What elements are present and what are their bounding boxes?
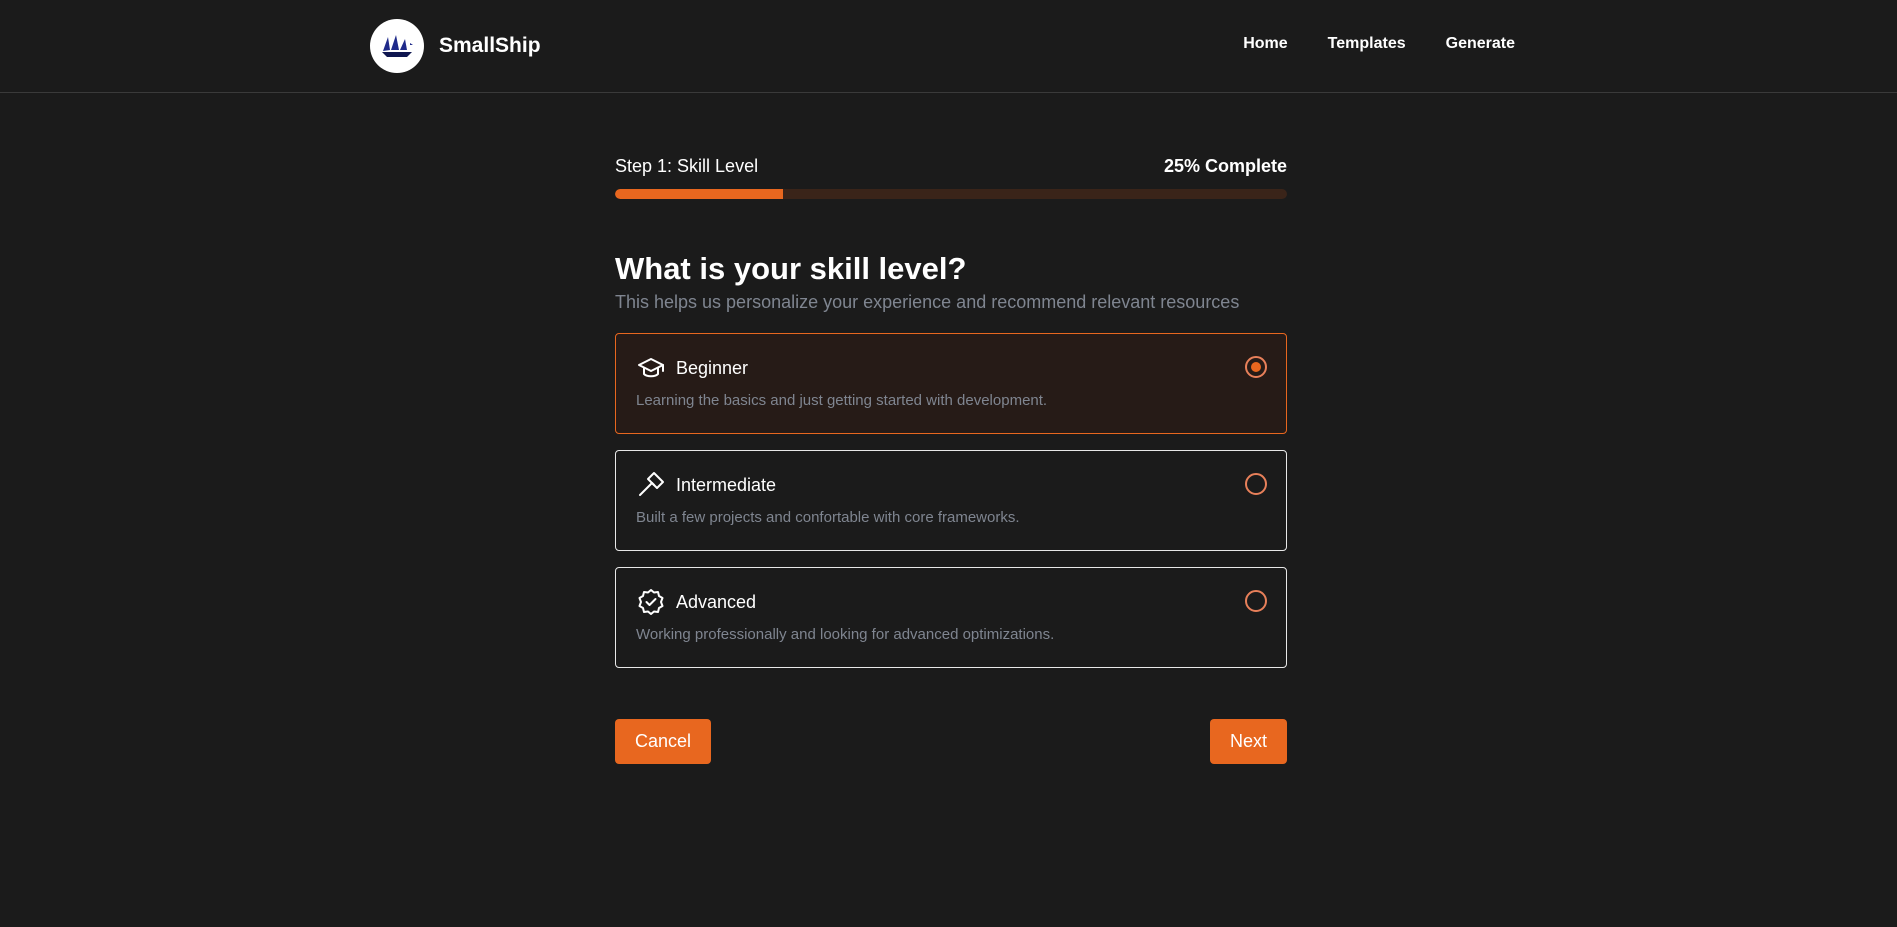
option-title: Advanced	[676, 591, 757, 612]
option-description: Built a few projects and confortable wit…	[636, 509, 1020, 526]
brand[interactable]: SmallShip	[370, 19, 541, 73]
nav-generate-link[interactable]: Generate	[1446, 35, 1515, 53]
onboarding-form: Step 1: Skill Level 25% Complete What is…	[615, 155, 1287, 764]
main-nav: Home Templates Generate	[1243, 35, 1515, 53]
skill-options: Beginner Learning the basics and just ge…	[615, 333, 1287, 668]
top-header: SmallShip Home Templates Generate	[0, 0, 1897, 93]
ship-logo-icon	[370, 19, 424, 73]
cancel-button[interactable]: Cancel	[615, 719, 712, 764]
brand-name: SmallShip	[439, 34, 541, 57]
graduation-cap-icon	[636, 354, 666, 382]
option-title: Beginner	[676, 357, 749, 378]
step-label: Step 1: Skill Level	[615, 155, 759, 176]
form-actions: Cancel Next	[615, 719, 1287, 764]
progress-header: Step 1: Skill Level 25% Complete	[615, 155, 1287, 177]
option-intermediate[interactable]: Intermediate Built a few projects and co…	[615, 450, 1287, 551]
badge-check-icon	[636, 588, 666, 616]
option-title: Intermediate	[676, 474, 777, 495]
option-description: Learning the basics and just getting sta…	[636, 392, 1048, 409]
hammer-icon	[636, 471, 666, 499]
progress-bar-fill	[615, 189, 783, 199]
progress-percent-label: 25% Complete	[1163, 155, 1287, 176]
nav-home-link[interactable]: Home	[1243, 35, 1287, 53]
question-subtitle: This helps us personalize your experienc…	[615, 292, 1240, 312]
progress-bar	[615, 189, 1287, 199]
question-title: What is your skill level?	[615, 251, 967, 286]
nav-templates-link[interactable]: Templates	[1328, 35, 1406, 53]
option-advanced[interactable]: Advanced Working professionally and look…	[615, 567, 1287, 668]
radio-dot	[1251, 362, 1261, 372]
option-beginner[interactable]: Beginner Learning the basics and just ge…	[615, 333, 1287, 434]
option-description: Working professionally and looking for a…	[636, 626, 1055, 643]
radio-button-selected[interactable]	[1245, 356, 1267, 378]
next-button[interactable]: Next	[1209, 719, 1287, 764]
radio-button[interactable]	[1245, 473, 1267, 495]
radio-button[interactable]	[1245, 590, 1267, 612]
